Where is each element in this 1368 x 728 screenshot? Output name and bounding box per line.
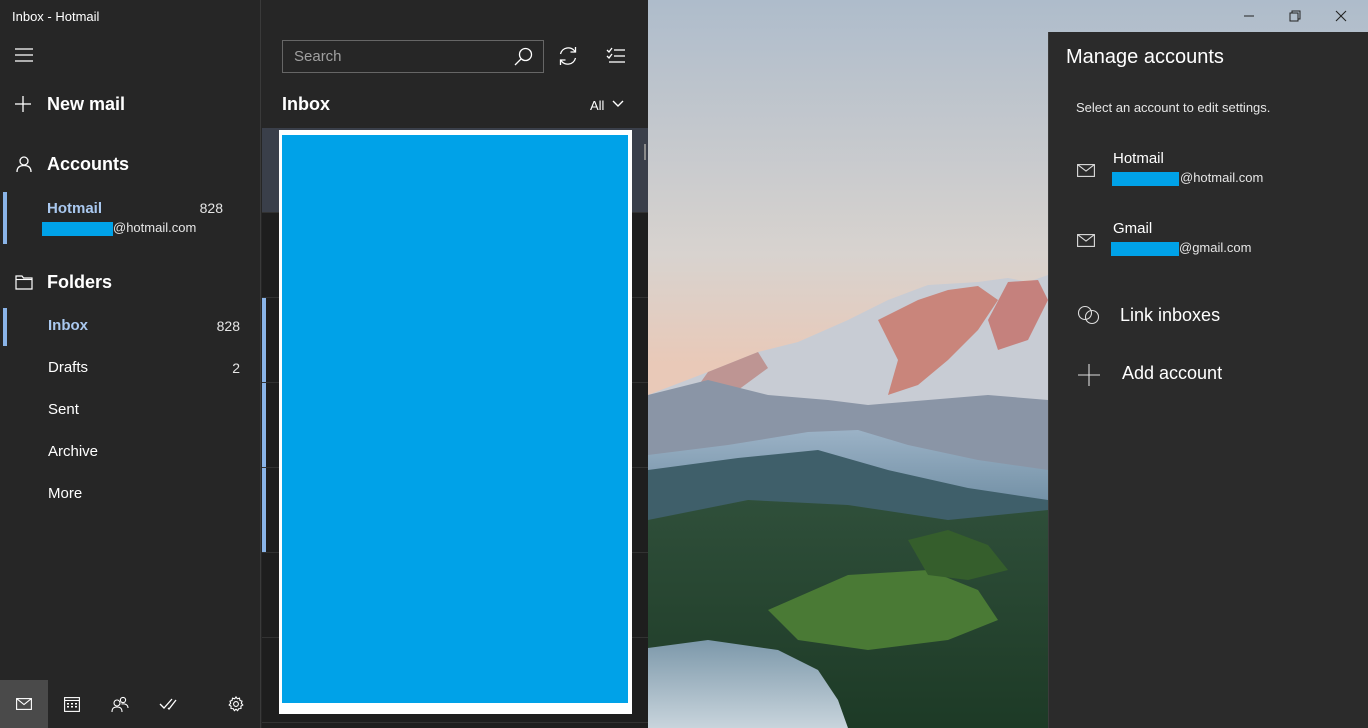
folders-label: Folders xyxy=(47,272,113,292)
folder-label: Drafts xyxy=(48,359,89,376)
plus-icon xyxy=(1077,363,1101,387)
flyout-title: Manage accounts xyxy=(1066,46,1224,68)
redacted-email-username xyxy=(42,222,113,236)
restore-icon[interactable] xyxy=(1272,0,1318,32)
link-inboxes-label: Link inboxes xyxy=(1120,305,1221,325)
new-mail-label: New mail xyxy=(47,94,126,114)
account-name: Hotmail xyxy=(1113,150,1164,167)
window-controls xyxy=(1226,0,1368,32)
add-account-label: Add account xyxy=(1122,363,1223,383)
chevron-down-icon xyxy=(612,100,624,108)
manage-accounts-flyout: Manage accounts Select an account to edi… xyxy=(1048,32,1368,728)
unread-indicator xyxy=(262,298,266,382)
mail-icon[interactable] xyxy=(0,680,48,728)
selection-mode-icon[interactable] xyxy=(606,47,626,65)
account-item-hotmail[interactable]: Hotmail 828 @hotmail.com xyxy=(0,190,260,244)
redacted-email-username xyxy=(1112,172,1179,186)
folder-label: Sent xyxy=(48,401,79,418)
unread-indicator xyxy=(262,383,266,467)
link-icon xyxy=(1077,305,1101,325)
folder-icon xyxy=(15,274,33,290)
folder-title: Inbox xyxy=(282,94,330,114)
folder-drafts[interactable]: Drafts 2 xyxy=(0,348,260,390)
bottom-app-bar xyxy=(0,680,260,728)
folder-inbox[interactable]: Inbox 828 xyxy=(0,306,260,348)
person-icon xyxy=(15,155,33,173)
account-email: @gmail.com xyxy=(1179,240,1252,255)
account-name: Hotmail xyxy=(47,200,103,217)
sync-icon[interactable] xyxy=(557,45,579,67)
search-icon[interactable] xyxy=(514,47,533,66)
mail-icon xyxy=(1077,234,1095,247)
flyout-subtitle: Select an account to edit settings. xyxy=(1076,100,1271,115)
selection-indicator xyxy=(3,192,7,244)
message-list-pane: Inbox All xyxy=(260,0,648,728)
scrollbar[interactable] xyxy=(644,144,646,160)
redaction-overlay xyxy=(279,130,632,714)
filter-label: All xyxy=(590,98,605,113)
folders-heading[interactable]: Folders xyxy=(0,264,260,302)
settings-icon[interactable] xyxy=(212,680,260,728)
folder-more[interactable]: More xyxy=(0,474,260,516)
close-icon[interactable] xyxy=(1318,0,1364,32)
account-name: Gmail xyxy=(1113,220,1153,237)
folder-count: 2 xyxy=(232,360,240,376)
account-email: @hotmail.com xyxy=(1180,170,1264,185)
account-entry-gmail[interactable]: Gmail @gmail.com xyxy=(1049,210,1368,272)
navigation-pane: Inbox - Hotmail New mail Accounts Hotmai… xyxy=(0,0,260,728)
folder-archive[interactable]: Archive xyxy=(0,432,260,474)
unread-indicator xyxy=(262,468,266,552)
search-input[interactable] xyxy=(283,41,503,72)
folder-label: Inbox xyxy=(48,317,88,334)
search-box xyxy=(282,40,544,73)
unread-count: 828 xyxy=(199,200,223,216)
window-title: Inbox - Hotmail xyxy=(12,9,100,24)
mail-icon xyxy=(1077,164,1095,177)
accounts-heading[interactable]: Accounts xyxy=(0,146,260,184)
folder-label: Archive xyxy=(48,443,99,460)
calendar-icon[interactable] xyxy=(48,680,96,728)
filter-dropdown[interactable]: All xyxy=(590,97,640,117)
selection-indicator xyxy=(3,308,7,346)
folder-sent[interactable]: Sent xyxy=(0,390,260,432)
plus-icon xyxy=(14,95,32,113)
people-icon[interactable] xyxy=(96,680,144,728)
minimize-icon[interactable] xyxy=(1226,0,1272,32)
account-email: @hotmail.com xyxy=(113,220,197,235)
todo-icon[interactable] xyxy=(144,680,192,728)
redacted-email-username xyxy=(1111,242,1179,256)
folder-label: More xyxy=(48,485,83,502)
new-mail-button[interactable]: New mail xyxy=(0,86,260,124)
message-list xyxy=(262,128,648,728)
link-inboxes-button[interactable]: Link inboxes xyxy=(1049,294,1368,338)
add-account-button[interactable]: Add account xyxy=(1049,352,1368,396)
hamburger-menu-icon[interactable] xyxy=(14,46,34,64)
folder-count: 828 xyxy=(216,318,240,334)
account-entry-hotmail[interactable]: Hotmail @hotmail.com xyxy=(1049,140,1368,202)
accounts-label: Accounts xyxy=(47,154,130,174)
